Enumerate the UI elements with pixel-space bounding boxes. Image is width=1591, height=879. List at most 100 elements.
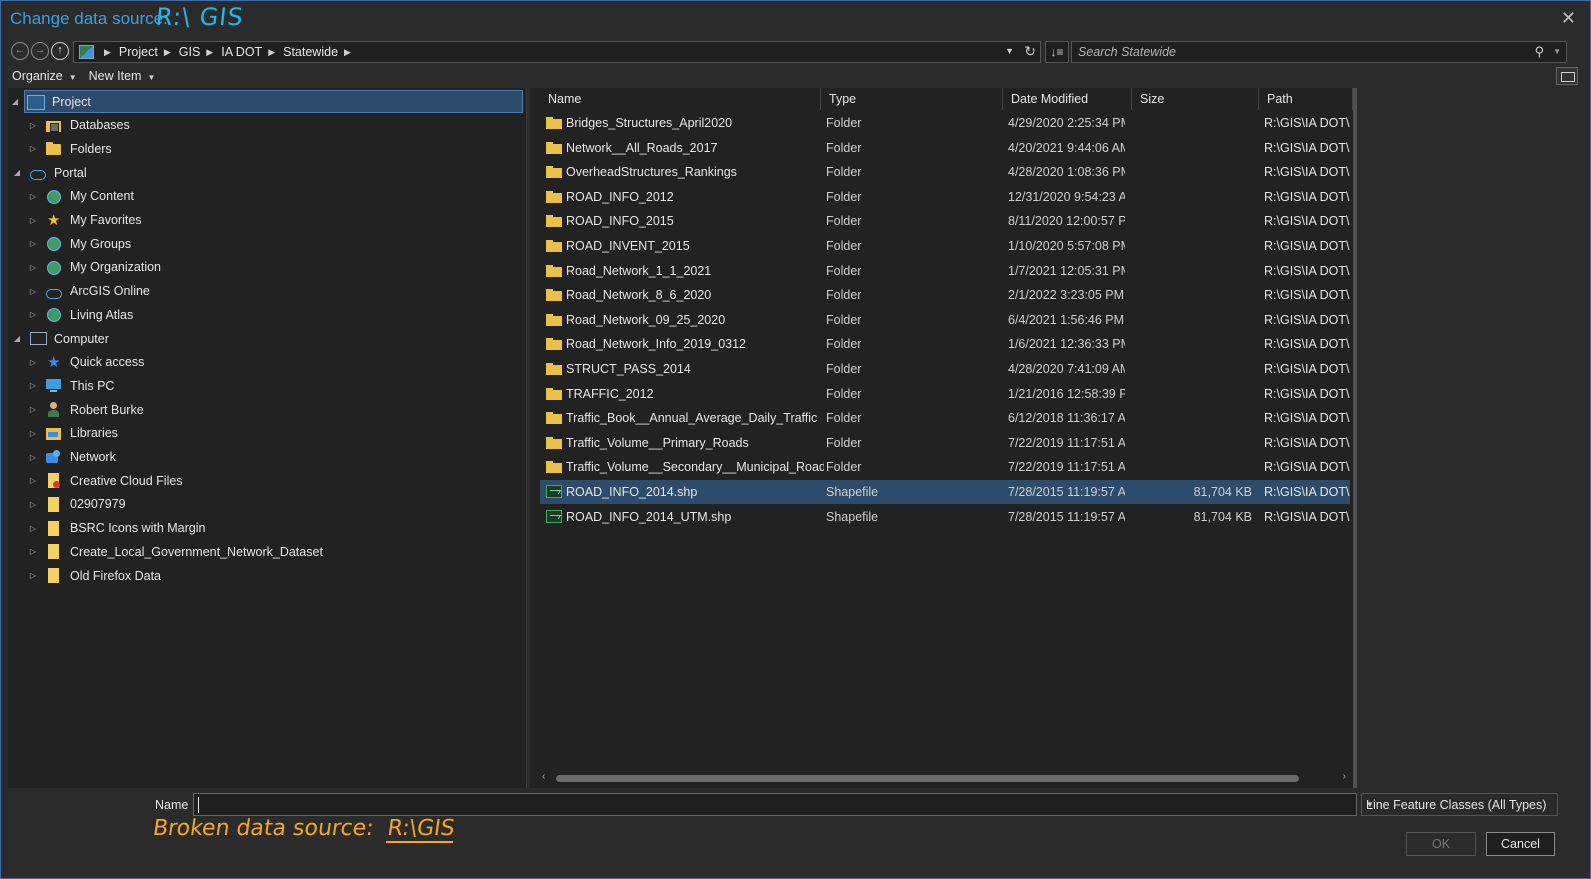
file-type-cell: Folder xyxy=(826,337,862,352)
expand-arrow-icon[interactable]: ▷ xyxy=(27,358,39,367)
arcgis-online-cloud-icon xyxy=(45,284,62,299)
tree-item[interactable]: ◢ Computer xyxy=(11,327,109,350)
file-type-filter-select[interactable]: Line Feature Classes (All Types) ▼ xyxy=(1361,793,1558,816)
collapse-arrow-icon[interactable]: ◢ xyxy=(9,97,21,106)
expand-arrow-icon[interactable]: ▷ xyxy=(27,547,39,556)
up-one-level-icon[interactable]: ↑ xyxy=(51,42,69,60)
tree-item[interactable]: ▷ Robert Burke xyxy=(27,398,144,421)
expand-arrow-icon[interactable]: ▷ xyxy=(27,216,39,225)
tree-item[interactable]: ▷ Databases xyxy=(27,114,130,137)
expand-arrow-icon[interactable]: ▷ xyxy=(27,571,39,580)
breadcrumb-separator-icon[interactable]: ▶ xyxy=(344,47,351,58)
breadcrumb-item[interactable]: Statewide xyxy=(283,45,338,59)
cancel-button[interactable]: Cancel xyxy=(1486,832,1555,856)
file-size-cell xyxy=(1137,283,1252,307)
breadcrumb-item[interactable]: Project xyxy=(119,45,158,59)
address-bar[interactable]: ▶ Project ▶ GIS ▶ IA DOT ▶ Statewide ▶ ▼ ↻ xyxy=(73,41,1041,63)
column-header-path[interactable]: Path xyxy=(1259,88,1353,110)
close-icon[interactable]: ✕ xyxy=(1561,8,1576,29)
file-row[interactable]: Bridges_Structures_April2020 Folder 4/29/2… xyxy=(540,111,1350,135)
expand-arrow-icon[interactable]: ▷ xyxy=(27,192,39,201)
back-icon[interactable]: ← xyxy=(11,42,29,60)
tree-item[interactable]: ▷ My Favorites xyxy=(27,209,142,232)
file-row[interactable]: ROAD_INFO_2014_UTM.shp Shapefile 7/28/2015… xyxy=(540,505,1350,529)
file-row[interactable]: Traffic_Volume__Secondary__Municipal_Roa… xyxy=(540,455,1350,479)
ok-button[interactable]: OK xyxy=(1406,832,1476,856)
organize-menu[interactable]: Organize ▼ xyxy=(12,69,77,87)
name-input[interactable] xyxy=(198,797,1348,813)
expand-arrow-icon[interactable]: ▷ xyxy=(27,476,39,485)
tree-item[interactable]: ▷ This PC xyxy=(27,374,115,397)
file-row[interactable]: ROAD_INFO_2015 Folder 8/11/2020 12:00:57 P… xyxy=(540,209,1350,233)
tree-item[interactable]: ▷ Create_Local_Government_Network_Dataset xyxy=(27,540,323,563)
expand-arrow-icon[interactable]: ▷ xyxy=(27,405,39,414)
file-row[interactable]: Road_Network_Info_2019_0312 Folder 1/6/202… xyxy=(540,332,1350,356)
file-row[interactable]: TRAFFIC_2012 Folder 1/21/2016 12:58:39 PM R… xyxy=(540,382,1350,406)
tree-item[interactable]: ▷ Network xyxy=(27,446,116,469)
column-header-size[interactable]: Size xyxy=(1132,88,1259,110)
column-header-name[interactable]: Name xyxy=(540,88,821,110)
file-row[interactable]: Traffic_Volume__Primary_Roads Folder 7/22/… xyxy=(540,431,1350,455)
tree-item[interactable]: ▷ Quick access xyxy=(27,351,144,374)
file-row[interactable]: STRUCT_PASS_2014 Folder 4/28/2020 7:41:09 … xyxy=(540,357,1350,381)
address-history-dropdown-icon[interactable]: ▼ xyxy=(1005,46,1014,56)
expand-arrow-icon[interactable]: ▷ xyxy=(27,310,39,319)
file-row[interactable]: Road_Network_8_6_2020 Folder 2/1/2022 3:23… xyxy=(540,283,1350,307)
column-header-type[interactable]: Type xyxy=(821,88,1003,110)
refresh-icon[interactable]: ↻ xyxy=(1024,43,1036,60)
file-row[interactable]: ROAD_INVENT_2015 Folder 1/10/2020 5:57:08 … xyxy=(540,234,1350,258)
search-input[interactable] xyxy=(1078,44,1518,60)
tree-item[interactable]: ▷ Old Firefox Data xyxy=(27,564,161,587)
scroll-left-icon[interactable]: ‹ xyxy=(542,771,545,782)
new-item-menu[interactable]: New Item ▼ xyxy=(89,69,156,87)
tree-item[interactable]: ▷ Creative Cloud Files xyxy=(27,469,183,492)
expand-arrow-icon[interactable]: ▷ xyxy=(27,524,39,533)
expand-arrow-icon[interactable]: ▷ xyxy=(27,263,39,272)
toggle-details-pane-icon[interactable] xyxy=(1556,67,1578,85)
tree-item[interactable]: ▷ My Organization xyxy=(27,256,161,279)
folder-icon xyxy=(45,568,62,583)
expand-arrow-icon[interactable]: ▷ xyxy=(27,453,39,462)
file-row[interactable]: Traffic_Book__Annual_Average_Daily_Traff… xyxy=(540,406,1350,430)
collapse-arrow-icon[interactable]: ◢ xyxy=(11,168,23,177)
expand-arrow-icon[interactable]: ▷ xyxy=(27,429,39,438)
expand-arrow-icon[interactable]: ▷ xyxy=(27,121,39,130)
tree-item[interactable]: ▷ My Content xyxy=(27,185,134,208)
expand-arrow-icon[interactable]: ▷ xyxy=(27,287,39,296)
breadcrumb-item[interactable]: IA DOT xyxy=(221,45,262,59)
tree-item[interactable]: ▷ Libraries xyxy=(27,422,118,445)
tree-item[interactable]: ▷ Living Atlas xyxy=(27,303,133,326)
file-row[interactable]: OverheadStructures_Rankings Folder 4/28/20… xyxy=(540,160,1350,184)
file-row[interactable]: ROAD_INFO_2012 Folder 12/31/2020 9:54:23 A… xyxy=(540,185,1350,209)
tree-item[interactable]: ◢ Portal xyxy=(11,161,87,184)
file-row[interactable]: Road_Network_09_25_2020 Folder 6/4/2021 1:… xyxy=(540,308,1350,332)
breadcrumb-separator-icon[interactable]: ▶ xyxy=(164,47,171,58)
scroll-right-icon[interactable]: › xyxy=(1343,771,1346,782)
tree-item[interactable]: ▷ Folders xyxy=(27,137,112,160)
breadcrumb-separator-icon[interactable]: ▶ xyxy=(268,47,275,58)
tree-item[interactable]: ▷ ArcGIS Online xyxy=(27,280,150,303)
forward-icon[interactable]: → xyxy=(31,42,49,60)
tree-item[interactable]: ▷ 02907979 xyxy=(27,493,126,516)
sort-icon[interactable]: ↓≡ xyxy=(1045,41,1069,63)
file-row[interactable]: ROAD_INFO_2014.shp Shapefile 7/28/2015 11:… xyxy=(540,480,1350,504)
search-icon[interactable]: ⚲ xyxy=(1534,44,1544,60)
file-row[interactable]: Network__All_Roads_2017 Folder 4/20/2021 9… xyxy=(540,136,1350,160)
expand-arrow-icon[interactable]: ▷ xyxy=(27,381,39,390)
breadcrumb-item[interactable]: GIS xyxy=(179,45,201,59)
breadcrumb-separator-icon[interactable]: ▶ xyxy=(206,47,213,58)
expand-arrow-icon[interactable]: ▷ xyxy=(27,239,39,248)
expand-arrow-icon[interactable]: ▷ xyxy=(27,500,39,509)
horizontal-scroll-thumb[interactable] xyxy=(556,775,1299,782)
column-header-date-modified[interactable]: Date Modified xyxy=(1003,88,1132,110)
horizontal-scrollbar[interactable]: ‹ › xyxy=(540,771,1350,784)
file-row[interactable]: Road_Network_1_1_2021 Folder 1/7/2021 12:0… xyxy=(540,259,1350,283)
expand-arrow-icon[interactable]: ▷ xyxy=(27,144,39,153)
collapse-arrow-icon[interactable]: ◢ xyxy=(11,334,23,343)
breadcrumb-separator-icon[interactable]: ▶ xyxy=(104,47,111,58)
tree-item[interactable]: ◢ Project xyxy=(12,90,523,113)
file-type-cell: Folder xyxy=(826,263,862,278)
tree-item[interactable]: ▷ BSRC Icons with Margin xyxy=(27,517,205,540)
tree-item[interactable]: ▷ My Groups xyxy=(27,232,131,255)
search-options-dropdown-icon[interactable]: ▼ xyxy=(1553,47,1561,56)
